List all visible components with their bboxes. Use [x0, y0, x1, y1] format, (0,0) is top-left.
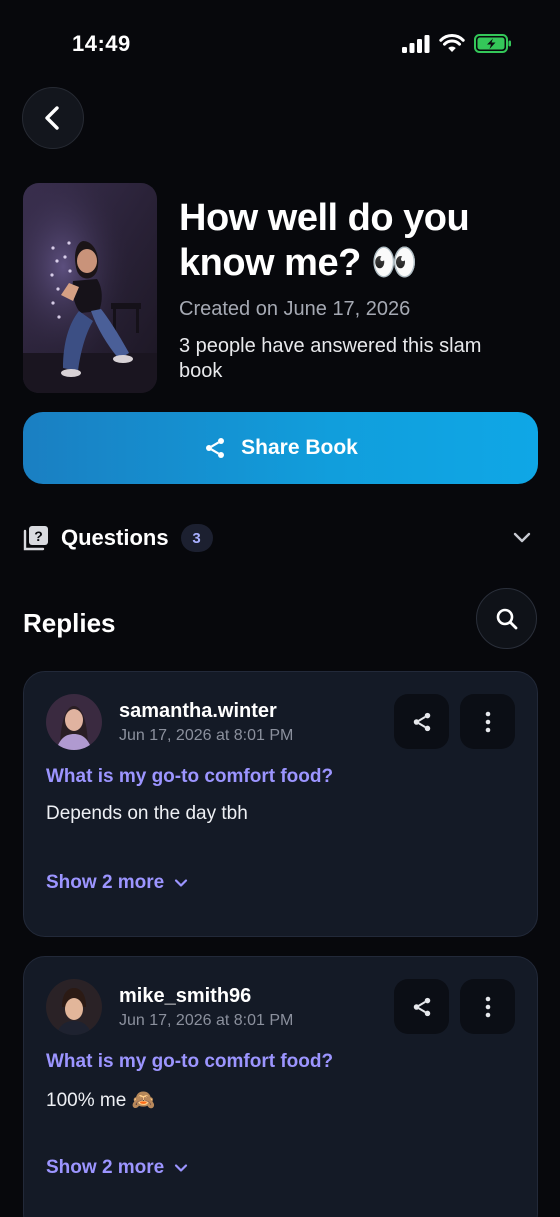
reply-card: mike_smith96 Jun 17, 2026 at 8:01 PM Wha… [23, 956, 538, 1217]
show-more-button[interactable]: Show 2 more [46, 872, 188, 894]
more-icon [485, 711, 490, 732]
reply-share-button[interactable] [394, 979, 449, 1034]
reply-share-button[interactable] [394, 694, 449, 749]
battery-icon [474, 34, 511, 53]
answered-count-text: 3 people have answered this slam book [179, 335, 482, 382]
cover-photo-illustration [23, 183, 157, 393]
wifi-icon [439, 34, 465, 52]
reply-username[interactable]: mike_smith96 [119, 985, 251, 1008]
share-book-button[interactable]: Share Book [23, 412, 538, 484]
reply-card: samantha.winter Jun 17, 2026 at 8:01 PM … [23, 671, 538, 937]
created-date: Created on June 17, 2026 [179, 298, 411, 320]
book-cover-photo [23, 183, 157, 393]
svg-text:?: ? [34, 528, 43, 544]
share-icon [413, 997, 430, 1016]
status-time: 14:49 [72, 31, 131, 56]
reply-more-button[interactable] [460, 694, 515, 749]
replies-heading: Replies [23, 608, 116, 638]
reply-question: What is my go-to comfort food? [46, 766, 334, 787]
status-bar: 14:49 [0, 0, 560, 90]
search-button[interactable] [476, 588, 537, 649]
questions-icon: ? [23, 526, 48, 551]
share-book-label: Share Book [241, 436, 358, 459]
questions-label: Questions [61, 525, 169, 550]
search-icon [496, 608, 517, 629]
reply-timestamp: Jun 17, 2026 at 8:01 PM [119, 727, 294, 744]
chevron-down-icon [513, 532, 531, 543]
back-button[interactable] [22, 87, 84, 149]
avatar[interactable] [46, 694, 102, 750]
reply-timestamp: Jun 17, 2026 at 8:01 PM [119, 1012, 294, 1029]
more-icon [485, 996, 490, 1017]
show-more-button[interactable]: Show 2 more [46, 1157, 188, 1179]
questions-toggle[interactable]: ? Questions 3 [23, 514, 538, 562]
back-icon [45, 106, 59, 130]
reply-username[interactable]: samantha.winter [119, 700, 277, 723]
show-more-label: Show 2 more [46, 1157, 165, 1178]
reply-question: What is my go-to comfort food? [46, 1051, 334, 1072]
share-icon [206, 438, 225, 458]
status-icons [402, 34, 512, 53]
chevron-down-icon [175, 879, 188, 887]
book-title: How well do you know me? 👀 [179, 197, 470, 284]
avatar[interactable] [46, 979, 102, 1035]
reply-answer: 100% me 🙈 [46, 1090, 156, 1111]
chevron-down-icon [175, 1164, 188, 1172]
signal-icon [402, 34, 430, 53]
reply-more-button[interactable] [460, 979, 515, 1034]
avatar-image [46, 694, 102, 750]
reply-answer: Depends on the day tbh [46, 803, 248, 824]
questions-count-badge: 3 [180, 524, 213, 552]
avatar-image [46, 979, 102, 1035]
show-more-label: Show 2 more [46, 872, 165, 893]
share-icon [413, 712, 430, 731]
